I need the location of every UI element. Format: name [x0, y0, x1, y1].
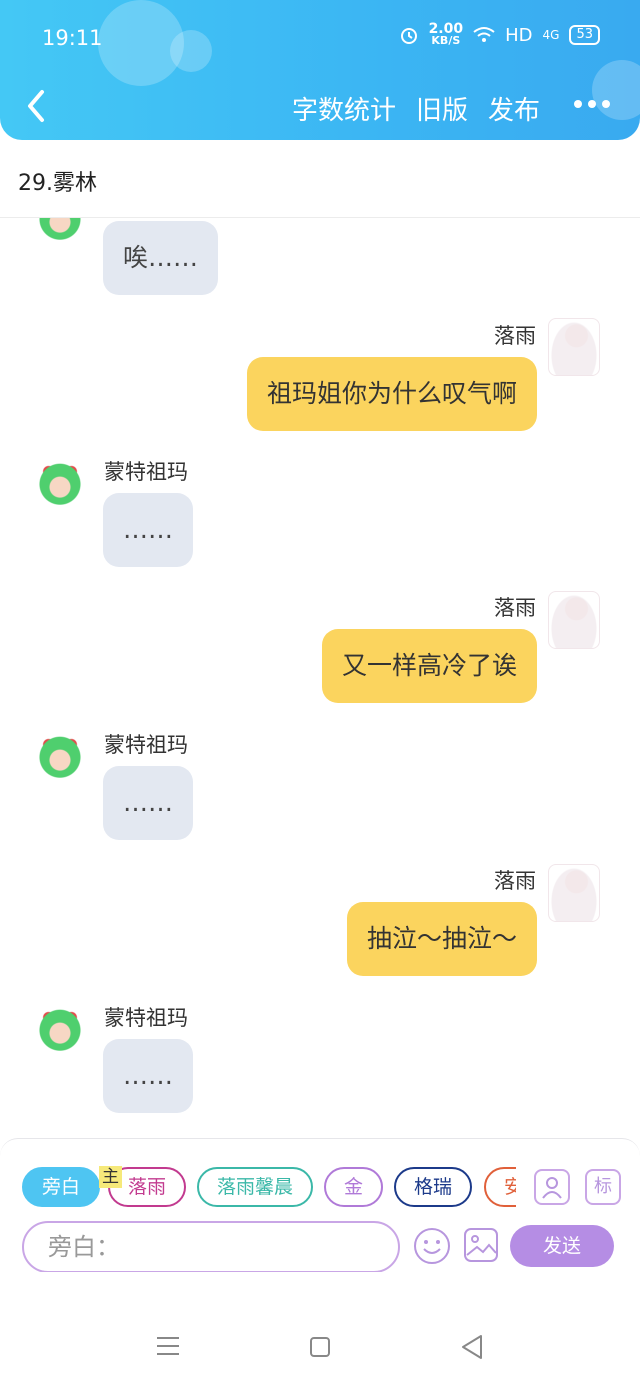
- message-bubble[interactable]: 抽泣～抽泣～: [346, 902, 537, 976]
- message-bubble[interactable]: ……: [103, 766, 193, 840]
- sender-name: 落雨: [494, 869, 536, 893]
- role-chip-luoyu-xinchen[interactable]: 落雨馨晨: [197, 1167, 314, 1207]
- message-input[interactable]: 旁白：: [22, 1221, 400, 1273]
- old-version-button[interactable]: 旧版: [416, 90, 468, 127]
- tag-button[interactable]: 标: [585, 1169, 621, 1205]
- back-arrow-icon[interactable]: [22, 88, 52, 124]
- role-chip-jin[interactable]: 金: [324, 1167, 384, 1207]
- sender-name: 蒙特祖玛: [104, 733, 188, 757]
- more-options-icon[interactable]: [574, 100, 610, 108]
- emoji-icon[interactable]: [413, 1227, 451, 1265]
- header-actions: 字数统计 旧版 发布: [292, 90, 540, 127]
- word-count-button[interactable]: 字数统计: [292, 90, 396, 127]
- sender-name: 蒙特祖玛: [104, 460, 188, 484]
- role-chip-an[interactable]: 安: [484, 1167, 516, 1207]
- avatar[interactable]: [548, 591, 600, 649]
- alarm-icon: [400, 28, 417, 44]
- status-time: 19:11: [42, 26, 103, 50]
- menu-icon[interactable]: [156, 1336, 180, 1356]
- avatar[interactable]: [34, 734, 86, 792]
- image-icon[interactable]: [463, 1227, 499, 1263]
- signal-indicator: 4G: [542, 28, 560, 42]
- avatar[interactable]: [548, 318, 600, 376]
- avatar[interactable]: [34, 1007, 86, 1065]
- home-icon[interactable]: [310, 1337, 330, 1357]
- sender-name: 蒙特祖玛: [104, 1006, 188, 1030]
- battery-indicator: 53: [569, 25, 600, 45]
- top-app-bar: 19:11 2.00 KB/S HD 4G 53 字数统计 旧版 发布: [0, 0, 640, 140]
- system-nav-bar: [0, 1272, 640, 1387]
- status-icons: 2.00 KB/S HD 4G 53: [399, 21, 600, 47]
- message-bubble[interactable]: ……: [103, 493, 193, 567]
- avatar[interactable]: [34, 218, 86, 254]
- hd-indicator: HD: [505, 24, 533, 46]
- publish-button[interactable]: 发布: [488, 90, 540, 127]
- message-bubble[interactable]: 祖玛姐你为什么叹气啊: [246, 357, 537, 431]
- sender-name: 落雨: [494, 596, 536, 620]
- network-speed: 2.00 KB/S: [428, 21, 464, 47]
- decor-bubble: [170, 30, 212, 72]
- chat-list[interactable]: 唉…… 落雨 祖玛姐你为什么叹气啊 蒙特祖玛 …… 落雨 又一样高冷了诶 蒙特祖…: [0, 218, 640, 1138]
- back-icon[interactable]: [460, 1334, 484, 1360]
- message-bubble[interactable]: 唉……: [103, 221, 219, 295]
- role-chip-narration[interactable]: 旁白: [22, 1167, 101, 1207]
- decor-bubble: [592, 60, 640, 120]
- wifi-icon: [473, 27, 495, 42]
- sender-name: 落雨: [494, 324, 536, 348]
- send-button[interactable]: 发送: [510, 1225, 614, 1267]
- avatar[interactable]: [548, 864, 600, 922]
- message-bubble[interactable]: ……: [103, 1039, 193, 1113]
- composer-panel: 旁白 落雨 落雨馨晨 金 格瑞 安 标 旁白： 发送: [0, 1138, 640, 1273]
- host-badge: 主: [99, 1166, 122, 1188]
- role-chip-gerui[interactable]: 格瑞: [394, 1167, 473, 1207]
- character-manage-icon[interactable]: [534, 1169, 570, 1205]
- avatar[interactable]: [34, 461, 86, 519]
- chapter-title: 29.雾林: [18, 171, 97, 196]
- message-bubble[interactable]: 又一样高冷了诶: [321, 629, 537, 703]
- role-chip-clip: 安: [484, 1167, 516, 1207]
